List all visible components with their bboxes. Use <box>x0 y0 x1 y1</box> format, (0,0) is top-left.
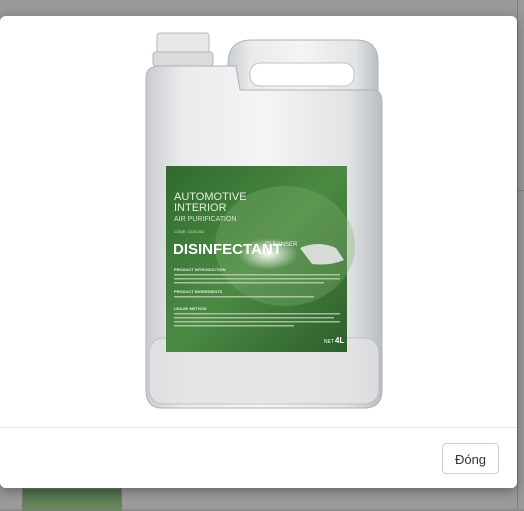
modal-footer: Đóng <box>0 427 517 488</box>
label-section: PRODUCT INGREDIENTS <box>174 289 223 294</box>
close-button[interactable]: Đóng <box>442 443 499 474</box>
background-thumbnail[interactable] <box>22 488 122 511</box>
label-headline: AIR PURIFICATION <box>174 216 236 223</box>
label-net-value: 4L <box>335 336 344 345</box>
label-net: NET <box>324 339 334 345</box>
label-section: USAGE METHOD <box>174 306 207 311</box>
label-headline: INTERIOR <box>174 202 227 214</box>
modal-body: AUTOMOTIVE INTERIOR AIR PURIFICATION COD… <box>0 16 517 427</box>
product-label: AUTOMOTIVE INTERIOR AIR PURIFICATION COD… <box>166 166 355 352</box>
label-section: PRODUCT INTRODUCTION <box>174 267 226 272</box>
image-modal: AUTOMOTIVE INTERIOR AIR PURIFICATION COD… <box>0 16 517 488</box>
product-image: AUTOMOTIVE INTERIOR AIR PURIFICATION COD… <box>145 32 383 409</box>
label-brand: CLEANSER <box>265 242 298 248</box>
label-code: CODE: CCS-002 <box>174 229 205 234</box>
background-divider <box>517 0 518 509</box>
